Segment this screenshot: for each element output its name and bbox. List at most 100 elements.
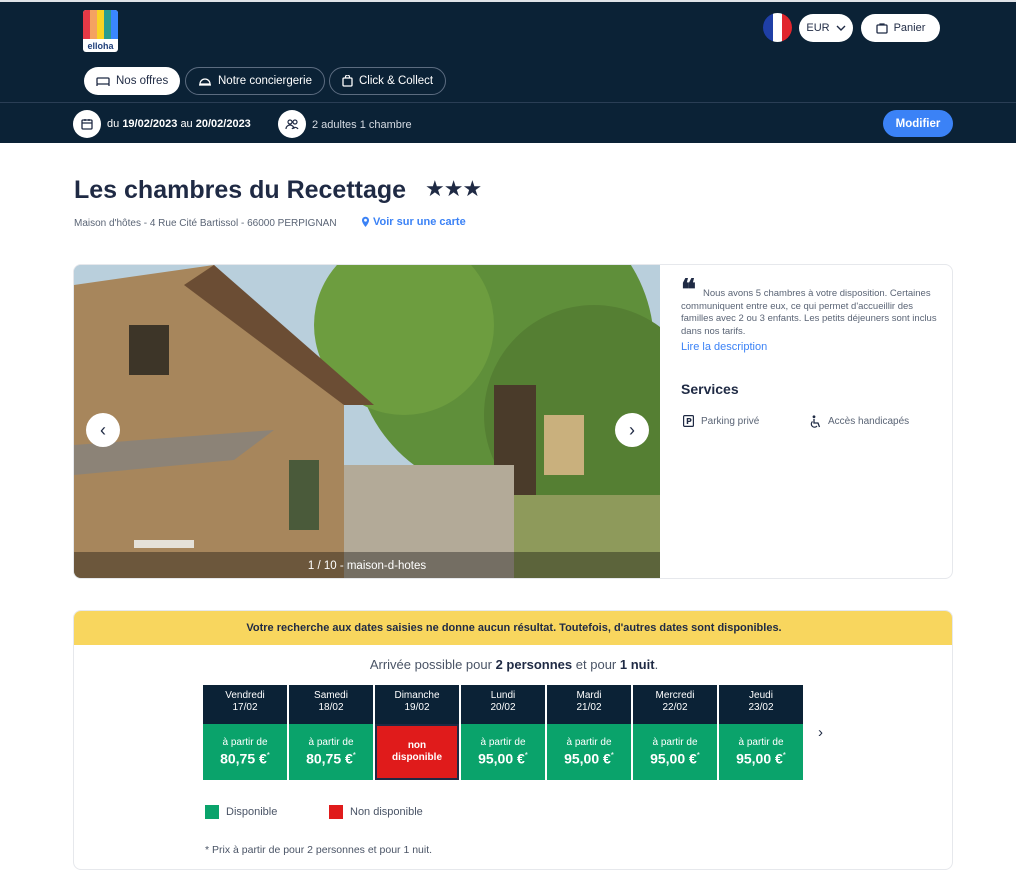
day-price-available[interactable]: à partir de 80,75 €* [203, 724, 287, 780]
guests-button[interactable] [278, 110, 306, 138]
day-date: 19/02 [404, 702, 430, 713]
day-header: Lundi 20/02 [461, 685, 545, 724]
service-accessibility: Accès handicapés [809, 415, 909, 428]
price-footnote-mark: * [696, 751, 700, 761]
day-cell-jeudi[interactable]: Jeudi 23/02 à partir de 95,00 €* [719, 685, 803, 780]
day-date: 20/02 [490, 702, 516, 713]
property-photo [74, 265, 660, 578]
price-from: à partir de [480, 737, 526, 749]
date-range[interactable]: du 19/02/2023 au 20/02/2023 [107, 118, 251, 130]
next-photo-button[interactable]: › [615, 413, 649, 447]
price-value: 95,00 €* [478, 748, 528, 767]
legend-label: Non disponible [350, 806, 423, 818]
price-footnote: * Prix à partir de pour 2 personnes et p… [205, 844, 433, 856]
day-header: Mercredi 22/02 [633, 685, 717, 724]
arrival-people: 2 personnes [495, 657, 573, 672]
property-photo-carousel[interactable]: ‹ › 1 / 10 - maison-d-hotes [74, 265, 660, 578]
bed-icon [96, 76, 110, 86]
elloha-logo[interactable]: elloha [83, 10, 118, 52]
arrival-mid: et pour [575, 657, 617, 672]
calendar-icon [81, 119, 93, 130]
star-rating: ★★★ [425, 176, 482, 201]
day-date: 23/02 [748, 702, 774, 713]
price-value: 95,00 €* [736, 748, 786, 767]
next-dates-button[interactable]: › [818, 724, 823, 741]
chevron-right-icon: › [629, 419, 635, 440]
price-value: 95,00 €* [564, 748, 614, 767]
arrival-nights: 1 nuit [619, 657, 655, 672]
legend-swatch-available [205, 805, 219, 819]
legend-unavailable: Non disponible [329, 805, 423, 819]
day-price-available[interactable]: à partir de 95,00 €* [633, 724, 717, 780]
nav-label: Nos offres [116, 75, 169, 87]
day-price-available[interactable]: à partir de 80,75 €* [289, 724, 373, 780]
day-weekday: Dimanche [394, 690, 440, 701]
cart-icon [875, 22, 888, 34]
service-label: Accès handicapés [828, 416, 910, 427]
price-amount: 95,00 € [564, 750, 611, 767]
legend-swatch-unavailable [329, 805, 343, 819]
parking-icon: P [683, 415, 694, 427]
price-from: à partir de [566, 737, 612, 749]
no-result-banner: Votre recherche aux dates saisies ne don… [74, 611, 952, 645]
previous-photo-button[interactable]: ‹ [86, 413, 120, 447]
property-overview-card: ‹ › 1 / 10 - maison-d-hotes ❝ Nous avons… [73, 264, 953, 579]
nav-notre-conciergerie[interactable]: Notre conciergerie [185, 67, 325, 95]
view-map-label: Voir sur une carte [373, 216, 466, 228]
logo-text: elloha [87, 41, 114, 51]
day-cell-samedi[interactable]: Samedi 18/02 à partir de 80,75 €* [289, 685, 373, 780]
day-header: Jeudi 23/02 [719, 685, 803, 724]
day-date: 21/02 [576, 702, 602, 713]
day-cell-vendredi[interactable]: Vendredi 17/02 à partir de 80,75 €* [203, 685, 287, 780]
unavailable-line2: disponible [392, 752, 442, 763]
cart-button[interactable]: Panier [861, 14, 940, 42]
nav-click-collect[interactable]: Click & Collect [329, 67, 447, 95]
day-cell-lundi[interactable]: Lundi 20/02 à partir de 95,00 €* [461, 685, 545, 780]
price-footnote-mark: * [266, 751, 270, 761]
day-unavailable[interactable]: non disponible [375, 724, 459, 780]
day-price-available[interactable]: à partir de 95,00 €* [461, 724, 545, 780]
price-amount: 80,75 € [306, 750, 353, 767]
top-bar: elloha EUR Panier Nos offres Notre conci… [0, 0, 1016, 143]
date-separator: au [180, 118, 193, 130]
day-weekday: Mercredi [655, 690, 695, 701]
photo-caption: 1 / 10 - maison-d-hotes [74, 552, 660, 578]
read-description-link[interactable]: Lire la description [681, 341, 767, 353]
price-footnote-mark: * [524, 751, 528, 761]
day-weekday: Vendredi [225, 690, 265, 701]
legend-available: Disponible [205, 805, 277, 819]
day-header: Samedi 18/02 [289, 685, 373, 724]
chevron-down-icon [836, 25, 846, 31]
day-header: Vendredi 17/02 [203, 685, 287, 724]
language-flag-button[interactable] [763, 13, 792, 42]
day-header: Dimanche 19/02 [375, 685, 459, 724]
modify-search-button[interactable]: Modifier [883, 110, 953, 137]
guests-summary[interactable]: 2 adultes 1 chambre [312, 119, 412, 131]
day-cell-dimanche[interactable]: Dimanche 19/02 non disponible [375, 685, 459, 780]
logo-stripes [83, 10, 118, 39]
services-heading: Services [681, 381, 739, 397]
day-cell-mercredi[interactable]: Mercredi 22/02 à partir de 95,00 €* [633, 685, 717, 780]
cart-label: Panier [893, 22, 926, 34]
calendar-button[interactable] [73, 110, 101, 138]
day-weekday: Mardi [576, 690, 602, 701]
people-icon [285, 118, 299, 129]
day-price-available[interactable]: à partir de 95,00 €* [719, 724, 803, 780]
property-description: Nous avons 5 chambres à votre dispositio… [681, 288, 937, 337]
currency-selector[interactable]: EUR [799, 14, 853, 42]
price-footnote-mark: * [352, 751, 356, 761]
price-footnote-mark: * [610, 751, 614, 761]
day-weekday: Jeudi [749, 690, 773, 701]
date-prefix: du [107, 118, 120, 130]
svg-text:P: P [686, 417, 692, 426]
price-value: 80,75 €* [220, 748, 270, 767]
nav-nos-offres[interactable]: Nos offres [84, 67, 181, 95]
price-value: 95,00 €* [650, 748, 700, 767]
price-amount: 95,00 € [650, 750, 697, 767]
day-cell-mardi[interactable]: Mardi 21/02 à partir de 95,00 €* [547, 685, 631, 780]
view-map-link[interactable]: Voir sur une carte [361, 216, 466, 228]
availability-card: Votre recherche aux dates saisies ne don… [73, 610, 953, 870]
unavailable-line1: non [407, 740, 427, 751]
day-price-available[interactable]: à partir de 95,00 €* [547, 724, 631, 780]
property-address: Maison d'hôtes - 4 Rue Cité Bartissol - … [74, 218, 337, 229]
